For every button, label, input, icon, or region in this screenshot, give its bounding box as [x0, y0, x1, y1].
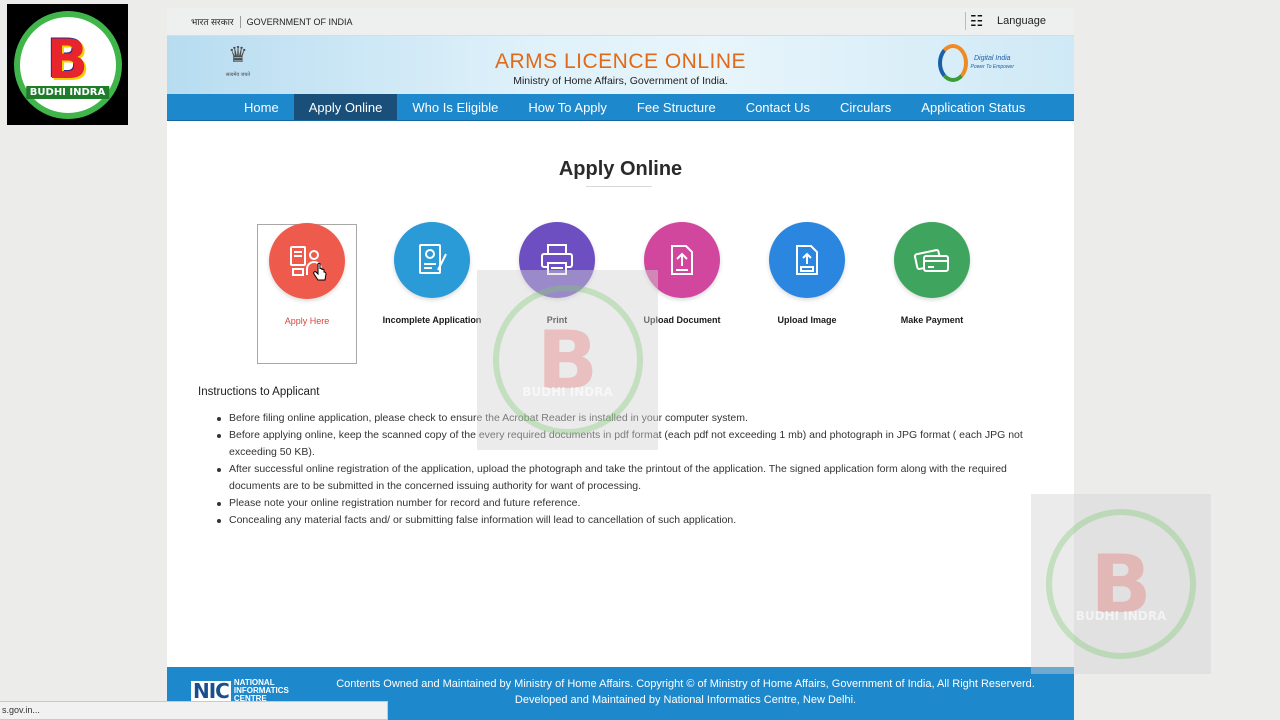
- footer-text: Contents Owned and Maintained by Ministr…: [317, 676, 1054, 708]
- channel-logo-letter: B: [46, 27, 89, 91]
- instruction-item: Concealing any material facts and/ or su…: [217, 512, 1048, 529]
- video-watermark-corner: B BUDHI INDRA: [1031, 494, 1211, 674]
- digital-india-tagline: Power To Empower: [970, 64, 1014, 70]
- nav-fee-structure[interactable]: Fee Structure: [622, 94, 731, 120]
- sitemap-icon[interactable]: ☷: [965, 12, 983, 30]
- upload-image-label[interactable]: Upload Image: [757, 315, 857, 325]
- make-payment-label[interactable]: Make Payment: [882, 315, 982, 325]
- make-payment-tile[interactable]: Make Payment: [882, 222, 982, 364]
- nav-how-to-apply[interactable]: How To Apply: [513, 94, 622, 120]
- footer-developer: Developed and Maintained by National Inf…: [514, 694, 857, 706]
- upload-image-icon[interactable]: [769, 222, 845, 298]
- nav-circulars[interactable]: Circulars: [825, 94, 906, 120]
- page-title: Apply Online: [558, 158, 683, 180]
- emblem-icon: ♛: [228, 42, 248, 67]
- footer-copyright: Contents Owned and Maintained by Ministr…: [336, 678, 1035, 690]
- nav-contact-us[interactable]: Contact Us: [731, 94, 825, 120]
- applicant-form-icon[interactable]: [269, 223, 345, 299]
- digital-india-logo: Digital India Power To Empower: [937, 44, 1014, 82]
- title-underline: [586, 186, 652, 187]
- watermark-text: BUDHI INDRA: [1075, 609, 1167, 623]
- nav-who-is-eligible[interactable]: Who Is Eligible: [397, 94, 513, 120]
- language-label[interactable]: Language: [997, 15, 1046, 27]
- incomplete-application-label[interactable]: Incomplete Application: [382, 315, 482, 325]
- nav-home[interactable]: Home: [229, 94, 294, 120]
- payment-card-icon[interactable]: [894, 222, 970, 298]
- emblem-motto: सत्यमेव जयते: [225, 72, 251, 78]
- nav-apply-online[interactable]: Apply Online: [293, 94, 398, 120]
- hand-cursor-icon: [313, 263, 327, 281]
- nic-logo[interactable]: NIC NATIONAL INFORMATICS CENTRE: [191, 679, 289, 703]
- gov-strip-divider: [239, 15, 241, 28]
- channel-logo-text: BUDHI INDRA: [25, 85, 110, 99]
- incomplete-application-tile[interactable]: Incomplete Application: [382, 222, 482, 364]
- watermark-text: BUDHI INDRA: [522, 385, 613, 399]
- main-navigation: Home Apply Online Who Is Eligible How To…: [167, 94, 1074, 121]
- nic-mark[interactable]: NIC: [191, 681, 231, 701]
- channel-logo: B BUDHI INDRA: [7, 4, 128, 125]
- digital-india-name: Digital India: [973, 55, 1011, 62]
- nic-name: NATIONAL INFORMATICS CENTRE: [234, 679, 289, 703]
- video-watermark-center: B BUDHI INDRA: [477, 270, 658, 450]
- gov-hindi-label: भारत सरकार: [191, 17, 234, 27]
- digital-india-text: Digital India Power To Empower: [971, 55, 1014, 71]
- gov-english-label: GOVERNMENT OF INDIA: [246, 16, 353, 27]
- national-emblem: ♛ सत्यमेव जयते: [223, 40, 253, 90]
- browser-status-bar: s.gov.in...: [0, 701, 388, 720]
- instruction-item: After successful online registration of …: [217, 461, 1048, 495]
- watermark-ring: B BUDHI INDRA: [1046, 509, 1196, 659]
- apply-here-label[interactable]: Apply Here: [258, 316, 356, 326]
- upload-image-tile[interactable]: Upload Image: [757, 222, 857, 364]
- language-selector[interactable]: ☷ Language: [965, 12, 1046, 30]
- government-strip: भारत सरकार GOVERNMENT OF INDIA ☷ Languag…: [167, 8, 1074, 36]
- digital-india-icon: [937, 44, 968, 82]
- channel-logo-ring: B BUDHI INDRA: [13, 10, 122, 119]
- instruction-item: Please note your online registration num…: [217, 495, 1048, 512]
- incomplete-form-icon[interactable]: [394, 222, 470, 298]
- apply-here-tile[interactable]: Apply Here: [257, 223, 357, 364]
- watermark-ring: B BUDHI INDRA: [492, 285, 643, 435]
- site-banner: ♛ सत्यमेव जयते ARMS LICENCE ONLINE Minis…: [167, 36, 1074, 94]
- nav-application-status[interactable]: Application Status: [906, 94, 1040, 120]
